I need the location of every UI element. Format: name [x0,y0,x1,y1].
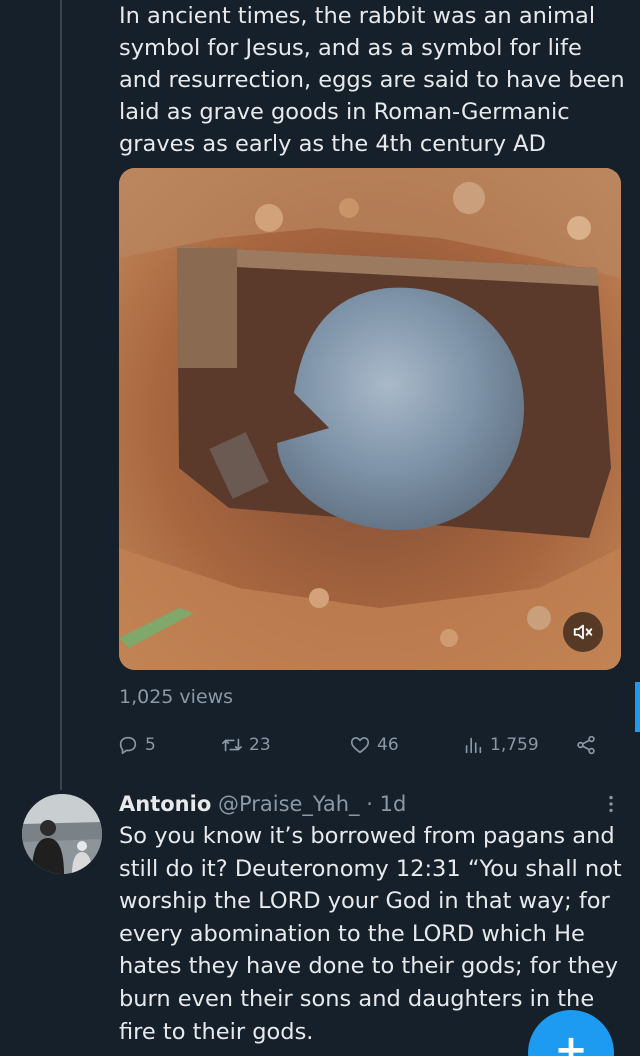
share-icon [577,735,595,755]
reply-time[interactable]: · 1d [366,792,406,816]
reply-author-name[interactable]: Antonio [119,792,211,816]
plus-icon: + [554,1027,588,1056]
reply-button[interactable]: 5 [117,730,156,760]
mute-button[interactable] [563,612,603,652]
views-button[interactable]: 1,759 [462,730,539,760]
like-button[interactable]: 46 [349,730,399,760]
volume-muted-icon [573,624,593,640]
more-options-icon[interactable] [600,793,622,815]
heart-icon [350,737,370,754]
reply-text: So you know it’s borrowed from pagans an… [119,823,622,1045]
thread-line [60,0,62,790]
timeline: In ancient times, the rabbit was an anim… [0,0,640,1056]
reply-icon [119,736,137,755]
like-count: 46 [377,735,399,755]
video-frame-image [119,168,621,670]
tweet-text: In ancient times, the rabbit was an anim… [119,3,625,157]
reply-header: Antonio @Praise_Yah_ · 1d [119,788,406,820]
avatar[interactable] [22,794,102,874]
avatar-image [22,794,102,874]
tweet-actions: 5 23 46 1,759 [117,730,607,760]
retweet-count: 23 [249,735,271,755]
views-count: 1,025 views [119,686,234,708]
analytics-icon [465,737,482,754]
views-metric: 1,759 [490,735,539,755]
reply-count: 5 [145,735,156,755]
retweet-button[interactable]: 23 [221,730,271,760]
reply-author-handle[interactable]: @Praise_Yah_ [218,792,360,816]
tweet-video[interactable] [119,168,621,670]
scrollbar[interactable] [635,682,640,732]
retweet-icon [222,738,242,752]
share-button[interactable] [575,730,597,760]
